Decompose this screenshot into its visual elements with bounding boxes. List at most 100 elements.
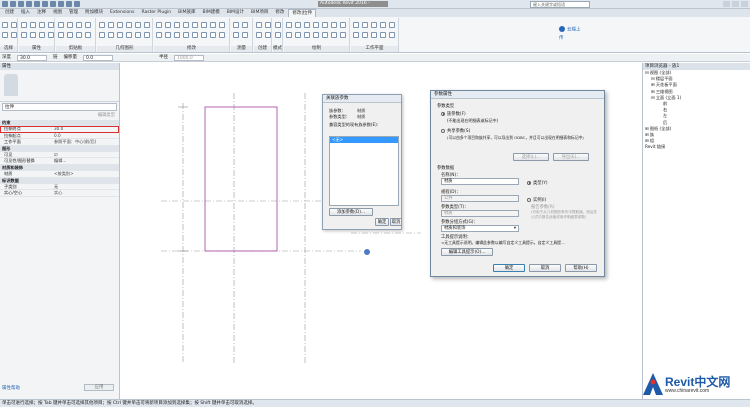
tab-4[interactable]: 管理 xyxy=(66,9,81,17)
ribbon-tool-icon[interactable] xyxy=(67,22,73,28)
ribbon-tool-icon[interactable] xyxy=(21,32,27,38)
discipline-select[interactable]: 公共 xyxy=(441,195,519,202)
property-value[interactable]: 参照平面：中心(前/后) xyxy=(52,139,119,144)
property-value[interactable]: ☑ xyxy=(52,152,119,157)
ribbon-tool-icon[interactable] xyxy=(144,22,150,28)
select-button[interactable]: 选择(L)... xyxy=(513,153,549,161)
ribbon-tool-icon[interactable] xyxy=(58,32,64,38)
property-value[interactable]: <按类别> xyxy=(52,171,119,176)
ribbon-tool-icon[interactable] xyxy=(313,32,319,38)
open-icon[interactable] xyxy=(10,1,16,7)
cloud-upload-button[interactable]: 云端上传 xyxy=(559,26,581,41)
property-value[interactable]: 编辑... xyxy=(52,158,119,163)
type-radio[interactable]: 类型(Y) xyxy=(527,180,548,186)
ribbon-tool-icon[interactable] xyxy=(322,22,328,28)
tab-0[interactable]: 创建 xyxy=(2,9,17,17)
app-menu-icon[interactable] xyxy=(2,1,8,7)
tab-7[interactable]: Raster Plugin xyxy=(138,9,174,17)
text-icon[interactable] xyxy=(58,1,64,7)
ribbon-tool-icon[interactable] xyxy=(371,22,377,28)
ribbon-tool-icon[interactable] xyxy=(353,22,359,28)
list-item[interactable]: <无> xyxy=(330,137,398,143)
ribbon-tool-icon[interactable] xyxy=(48,32,54,38)
ribbon-tool-icon[interactable] xyxy=(174,32,180,38)
name-input[interactable]: 材质 xyxy=(441,178,519,185)
ribbon-tool-icon[interactable] xyxy=(362,22,368,28)
cancel-button[interactable]: 取消 xyxy=(390,218,402,226)
ribbon-tool-icon[interactable] xyxy=(313,22,319,28)
radius-input[interactable]: 1000.0 xyxy=(174,55,204,61)
chain-label[interactable]: 链 xyxy=(53,54,58,61)
edit-tooltip-button[interactable]: 编辑工具提示(O)... xyxy=(441,248,493,256)
tab-11[interactable]: BIM项目 xyxy=(248,9,271,17)
ribbon-tool-icon[interactable] xyxy=(183,32,189,38)
property-row[interactable]: 实心/空心 实心 xyxy=(0,190,119,197)
apply-button[interactable]: 应用 xyxy=(84,384,114,391)
ok-button[interactable]: 确定 xyxy=(493,264,525,272)
ribbon-tool-icon[interactable] xyxy=(340,32,346,38)
tab-8[interactable]: BIM族库 xyxy=(175,9,198,17)
ribbon-tool-icon[interactable] xyxy=(117,32,123,38)
ribbon-tool-icon[interactable] xyxy=(108,22,114,28)
ribbon-tool-icon[interactable] xyxy=(380,32,386,38)
ribbon-tool-icon[interactable] xyxy=(331,32,337,38)
save-icon[interactable] xyxy=(18,1,24,7)
ribbon-tool-icon[interactable] xyxy=(85,22,91,28)
offset-input[interactable]: 0.0 xyxy=(83,55,113,61)
help-search-input[interactable]: 键入关键字或短语 xyxy=(530,1,590,8)
ribbon-tool-icon[interactable] xyxy=(295,32,301,38)
family-parameter-radio[interactable]: 族参数(F) xyxy=(441,111,466,117)
ribbon-tool-icon[interactable] xyxy=(11,22,17,28)
ribbon-tool-icon[interactable] xyxy=(126,32,132,38)
ribbon-tool-icon[interactable] xyxy=(30,32,36,38)
ribbon-tool-icon[interactable] xyxy=(210,32,216,38)
ribbon-tool-icon[interactable] xyxy=(275,32,281,38)
ribbon-tool-icon[interactable] xyxy=(242,32,248,38)
ribbon-tool-icon[interactable] xyxy=(340,22,346,28)
tab-9[interactable]: BIM建模 xyxy=(199,9,222,17)
section-icon[interactable] xyxy=(74,1,80,7)
ribbon-tool-icon[interactable] xyxy=(108,32,114,38)
ribbon-tool-icon[interactable] xyxy=(76,22,82,28)
ribbon-tool-icon[interactable] xyxy=(135,32,141,38)
ribbon-tool-icon[interactable] xyxy=(126,22,132,28)
tab-12[interactable]: 修改 xyxy=(272,9,287,17)
ribbon-tool-icon[interactable] xyxy=(380,22,386,28)
ribbon-tool-icon[interactable] xyxy=(210,22,216,28)
ribbon-tool-icon[interactable] xyxy=(201,22,207,28)
ribbon-tool-icon[interactable] xyxy=(389,32,395,38)
property-value[interactable]: 0.0 xyxy=(52,133,119,138)
ribbon-tool-icon[interactable] xyxy=(295,22,301,28)
tab-2[interactable]: 注释 xyxy=(34,9,49,17)
ribbon-tool-icon[interactable] xyxy=(76,32,82,38)
ribbon-tool-icon[interactable] xyxy=(156,32,162,38)
ribbon-tool-icon[interactable] xyxy=(286,32,292,38)
ribbon-tool-icon[interactable] xyxy=(11,32,17,38)
tree-item[interactable]: Revit 链接 xyxy=(643,144,750,150)
ribbon-tool-icon[interactable] xyxy=(265,22,271,28)
ribbon-tool-icon[interactable] xyxy=(165,32,171,38)
ribbon-tool-icon[interactable] xyxy=(117,22,123,28)
ribbon-tool-icon[interactable] xyxy=(201,32,207,38)
3d-view-icon[interactable] xyxy=(66,1,72,7)
ribbon-tool-icon[interactable] xyxy=(39,22,45,28)
ribbon-tool-icon[interactable] xyxy=(183,22,189,28)
ribbon-tool-icon[interactable] xyxy=(304,32,310,38)
ribbon-tool-icon[interactable] xyxy=(219,32,225,38)
ribbon-tool-icon[interactable] xyxy=(135,22,141,28)
ribbon-tool-icon[interactable] xyxy=(192,22,198,28)
add-parameter-button[interactable]: 添加参数(D)... xyxy=(329,208,373,216)
ok-button[interactable]: 确定 xyxy=(375,218,389,226)
ribbon-tool-icon[interactable] xyxy=(174,22,180,28)
minimize-button[interactable] xyxy=(723,1,730,7)
ribbon-tool-icon[interactable] xyxy=(256,32,262,38)
undo-icon[interactable] xyxy=(26,1,32,7)
properties-help-link[interactable]: 属性帮助 xyxy=(2,385,20,391)
redo-icon[interactable] xyxy=(34,1,40,7)
ribbon-tool-icon[interactable] xyxy=(275,22,281,28)
tab-3[interactable]: 视图 xyxy=(50,9,65,17)
ribbon-tool-icon[interactable] xyxy=(362,32,368,38)
instance-radio[interactable]: 实例(I) xyxy=(527,197,546,203)
ribbon-tool-icon[interactable] xyxy=(389,22,395,28)
ribbon-tool-icon[interactable] xyxy=(58,22,64,28)
